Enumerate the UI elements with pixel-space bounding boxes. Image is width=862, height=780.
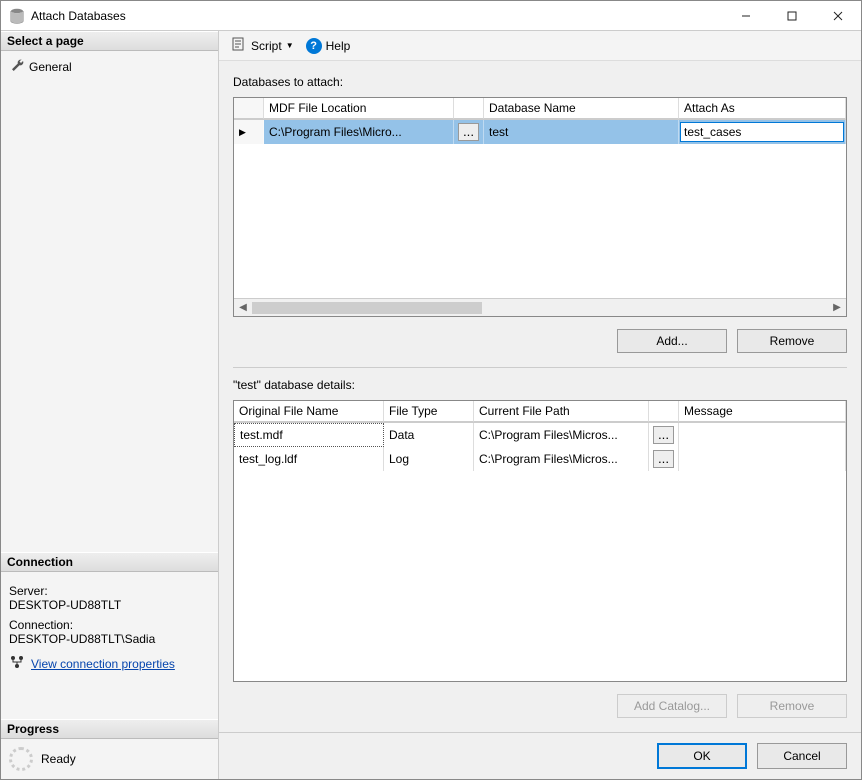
scroll-left-icon[interactable]: ◀ [234, 302, 252, 313]
details-row[interactable]: test_log.ldf Log C:\Program Files\Micros… [234, 447, 846, 471]
progress-header: Progress [1, 719, 218, 739]
browse-mdf-button[interactable]: ... [458, 123, 479, 141]
connection-value: DESKTOP-UD88TLT\Sadia [9, 632, 210, 646]
help-label: Help [326, 39, 351, 53]
connection-info: Server: DESKTOP-UD88TLT Connection: DESK… [1, 572, 218, 679]
chevron-down-icon: ▼ [286, 41, 294, 50]
help-button[interactable]: ? Help [302, 36, 355, 56]
attach-col-dbname[interactable]: Database Name [484, 98, 679, 119]
attach-col-browse [454, 98, 484, 119]
toolbar: Script ▼ ? Help [219, 31, 861, 61]
network-icon [9, 654, 25, 673]
database-details-label: "test" database details: [233, 378, 847, 392]
connection-label: Connection: [9, 618, 210, 632]
details-row[interactable]: test.mdf Data C:\Program Files\Micros...… [234, 423, 846, 447]
databases-to-attach-label: Databases to attach: [233, 75, 847, 89]
remove-file-button: Remove [737, 694, 847, 718]
ok-button[interactable]: OK [657, 743, 747, 769]
server-label: Server: [9, 584, 210, 598]
page-item-label: General [29, 60, 72, 74]
maximize-button[interactable] [769, 1, 815, 30]
cancel-button[interactable]: Cancel [757, 743, 847, 769]
details-row-name[interactable]: test_log.ldf [234, 447, 384, 471]
connection-header: Connection [1, 552, 218, 572]
browse-path-button[interactable]: ... [653, 426, 674, 444]
attach-grid: MDF File Location Database Name Attach A… [233, 97, 847, 317]
details-col-browse [649, 401, 679, 422]
dialog-footer: OK Cancel [219, 732, 861, 779]
server-value: DESKTOP-UD88TLT [9, 598, 210, 612]
details-row-type[interactable]: Log [384, 447, 474, 471]
attach-col-attachas[interactable]: Attach As [679, 98, 846, 119]
titlebar: Attach Databases [1, 1, 861, 31]
script-label: Script [251, 39, 282, 53]
close-button[interactable] [815, 1, 861, 30]
divider [233, 367, 847, 368]
details-col-name[interactable]: Original File Name [234, 401, 384, 422]
attach-row-mdf[interactable]: C:\Program Files\Micro... [264, 120, 454, 144]
window-title: Attach Databases [31, 9, 723, 23]
add-database-button[interactable]: Add... [617, 329, 727, 353]
attach-grid-scrollbar[interactable]: ◀ ▶ [234, 298, 846, 316]
details-row-browse[interactable]: ... [649, 447, 679, 471]
row-indicator: ▶ [234, 120, 264, 144]
attach-col-mdf[interactable]: MDF File Location [264, 98, 454, 119]
details-row-message [679, 447, 846, 471]
details-row-name[interactable]: test.mdf [234, 423, 384, 447]
details-col-type[interactable]: File Type [384, 401, 474, 422]
minimize-button[interactable] [723, 1, 769, 30]
details-row-path[interactable]: C:\Program Files\Micros... [474, 447, 649, 471]
browse-path-button[interactable]: ... [653, 450, 674, 468]
attach-row[interactable]: ▶ C:\Program Files\Micro... ... test [234, 120, 846, 144]
scroll-right-icon[interactable]: ▶ [828, 302, 846, 313]
script-icon [231, 36, 247, 55]
wrench-icon [9, 57, 29, 76]
attach-as-input[interactable] [680, 122, 844, 142]
details-row-path[interactable]: C:\Program Files\Micros... [474, 423, 649, 447]
add-catalog-button: Add Catalog... [617, 694, 727, 718]
script-button[interactable]: Script ▼ [227, 34, 298, 57]
database-icon [9, 8, 25, 24]
view-connection-properties-link[interactable]: View connection properties [31, 657, 175, 671]
help-icon: ? [306, 38, 322, 54]
attach-grid-rowheader-col [234, 98, 264, 119]
attach-row-attachas-cell[interactable] [679, 120, 846, 144]
details-row-type[interactable]: Data [384, 423, 474, 447]
details-row-message [679, 423, 846, 447]
progress-status: Ready [41, 752, 76, 766]
details-row-browse[interactable]: ... [649, 423, 679, 447]
details-grid: Original File Name File Type Current Fil… [233, 400, 847, 682]
select-page-header: Select a page [1, 31, 218, 51]
details-col-path[interactable]: Current File Path [474, 401, 649, 422]
remove-database-button[interactable]: Remove [737, 329, 847, 353]
progress-spinner-icon [9, 747, 33, 771]
main-panel: Script ▼ ? Help Databases to attach: MDF… [219, 31, 861, 779]
sidebar: Select a page General Connection Server:… [1, 31, 219, 779]
attach-row-browse[interactable]: ... [454, 120, 484, 144]
details-col-message[interactable]: Message [679, 401, 846, 422]
attach-row-dbname[interactable]: test [484, 120, 679, 144]
page-item-general[interactable]: General [1, 55, 218, 78]
